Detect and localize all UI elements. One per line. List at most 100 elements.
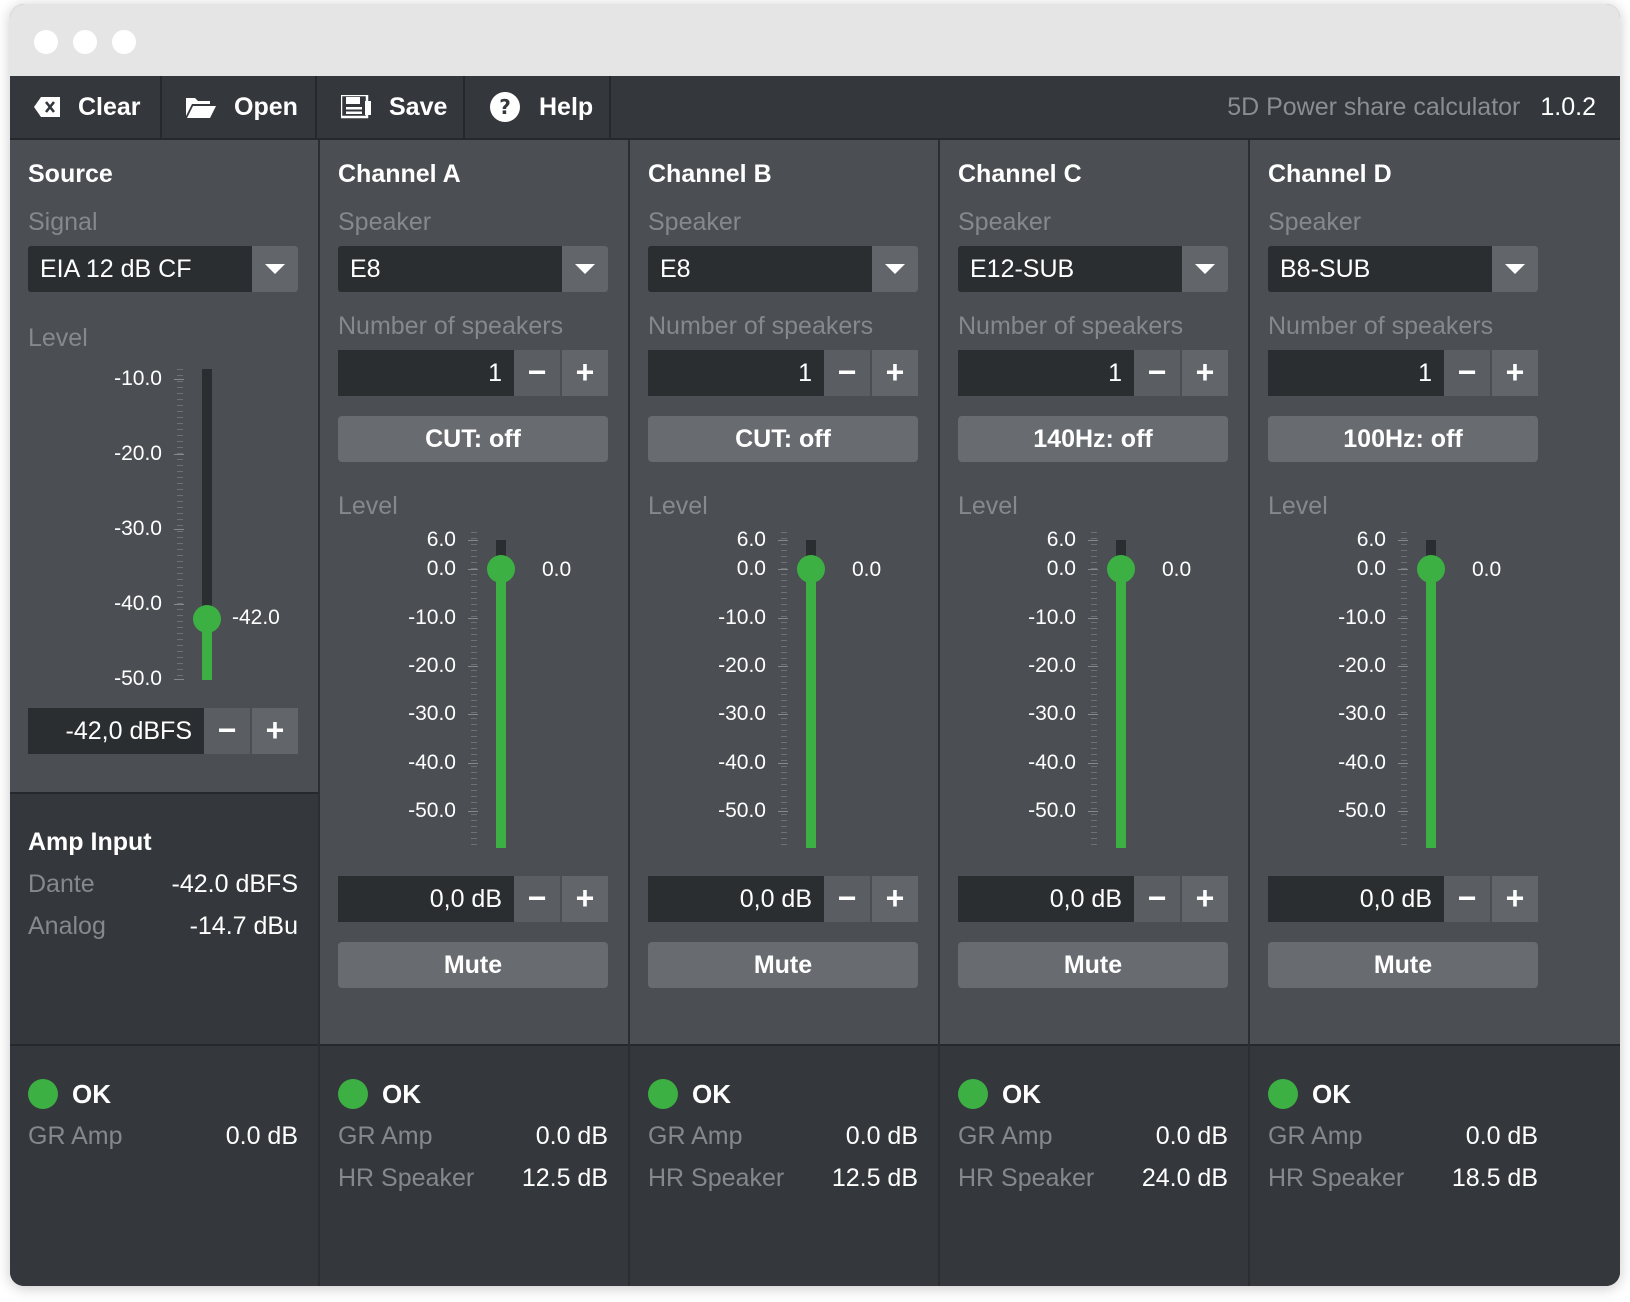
- increment-button[interactable]: +: [872, 876, 918, 922]
- filter-toggle-button[interactable]: 100Hz: off: [1268, 416, 1538, 462]
- fader-knob[interactable]: [1107, 555, 1135, 583]
- status-ok-indicator: [1268, 1079, 1298, 1109]
- decrement-button[interactable]: −: [1134, 350, 1180, 396]
- scale-tick-label: -20.0: [718, 654, 766, 677]
- decrement-button[interactable]: −: [514, 350, 560, 396]
- fader-knob[interactable]: [1417, 555, 1445, 583]
- scale-tick-label: -30.0: [408, 702, 456, 725]
- speaker-select[interactable]: E12-SUB: [958, 246, 1228, 292]
- decrement-button[interactable]: −: [204, 708, 250, 754]
- increment-button[interactable]: +: [872, 350, 918, 396]
- status-text: OK: [1002, 1079, 1041, 1109]
- scale-tick-label: -50.0: [114, 667, 162, 690]
- increment-button[interactable]: +: [1182, 350, 1228, 396]
- toolbar: Clear Open Save ? Help 5D Power share ca…: [10, 76, 1620, 140]
- scale-tick-label: -20.0: [1338, 654, 1386, 677]
- increment-button[interactable]: +: [252, 708, 298, 754]
- mute-button[interactable]: Mute: [338, 942, 608, 988]
- filter-toggle-button[interactable]: CUT: off: [338, 416, 608, 462]
- scale-tick: [174, 454, 184, 455]
- help-button[interactable]: ? Help: [465, 76, 611, 138]
- speaker-count-field[interactable]: 1: [958, 350, 1134, 396]
- channel-level-field[interactable]: 0,0 dB: [1268, 876, 1444, 922]
- channel-level-readout: 0.0: [542, 558, 572, 581]
- close-window-button[interactable]: [34, 30, 58, 54]
- hr-speaker-value: 12.5 dB: [521, 1164, 608, 1192]
- hr-speaker-label: HR Speaker: [338, 1164, 475, 1192]
- speaker-count-field[interactable]: 1: [338, 350, 514, 396]
- signal-value: EIA 12 dB CF: [40, 255, 192, 283]
- signal-select[interactable]: EIA 12 dB CF: [28, 246, 298, 292]
- gr-amp-label: GR Amp: [648, 1122, 743, 1150]
- scale-tick-label: -50.0: [1338, 799, 1386, 822]
- speaker-count-stepper: 1 − +: [338, 350, 608, 396]
- gr-amp-value: 0.0 dB: [845, 1122, 918, 1150]
- mute-button[interactable]: Mute: [958, 942, 1228, 988]
- clear-button[interactable]: Clear: [10, 76, 162, 138]
- scale-tick-label: -20.0: [114, 442, 162, 465]
- channel-level-readout: 0.0: [852, 558, 882, 581]
- source-level-field[interactable]: -42,0 dBFS: [28, 708, 204, 754]
- channel-panel: Channel B Speaker E8 Number of speakers …: [628, 140, 938, 1286]
- speaker-count-field[interactable]: 1: [648, 350, 824, 396]
- app-version: 1.0.2: [1540, 92, 1596, 121]
- channel-level-field[interactable]: 0,0 dB: [958, 876, 1134, 922]
- speaker-value: E12-SUB: [970, 255, 1075, 283]
- scale-tick-label: -10.0: [1338, 606, 1386, 629]
- scale-tick-label: 0.0: [736, 557, 766, 580]
- filter-toggle-button[interactable]: 140Hz: off: [958, 416, 1228, 462]
- zoom-window-button[interactable]: [112, 30, 136, 54]
- speaker-select[interactable]: E8: [338, 246, 608, 292]
- chevron-down-icon[interactable]: [1182, 246, 1228, 292]
- status-text: OK: [382, 1079, 421, 1109]
- channel-title: Channel D: [1268, 160, 1392, 188]
- scale-tick-label: 0.0: [426, 557, 456, 580]
- chevron-down-icon[interactable]: [872, 246, 918, 292]
- decrement-button[interactable]: −: [1444, 350, 1490, 396]
- minimize-window-button[interactable]: [73, 30, 97, 54]
- analog-label: Analog: [28, 912, 106, 940]
- speaker-value: E8: [660, 255, 691, 283]
- filter-toggle-button[interactable]: CUT: off: [648, 416, 918, 462]
- increment-button[interactable]: +: [1182, 876, 1228, 922]
- decrement-button[interactable]: −: [514, 876, 560, 922]
- open-button[interactable]: Open: [162, 76, 317, 138]
- increment-button[interactable]: +: [1492, 876, 1538, 922]
- speaker-count-field[interactable]: 1: [1268, 350, 1444, 396]
- channel-level-stepper: 0,0 dB − +: [1268, 876, 1538, 922]
- increment-button[interactable]: +: [562, 876, 608, 922]
- source-status-panel: OK GR Amp 0.0 dB: [10, 1044, 320, 1286]
- increment-button[interactable]: +: [562, 350, 608, 396]
- channel-level-stepper: 0,0 dB − +: [648, 876, 918, 922]
- chevron-down-icon[interactable]: [562, 246, 608, 292]
- speaker-select[interactable]: E8: [648, 246, 918, 292]
- gr-amp-label: GR Amp: [958, 1122, 1053, 1150]
- mute-button[interactable]: Mute: [648, 942, 918, 988]
- fader-knob[interactable]: [487, 555, 515, 583]
- speaker-value: E8: [350, 255, 381, 283]
- chevron-down-icon[interactable]: [1492, 246, 1538, 292]
- increment-button[interactable]: +: [1492, 350, 1538, 396]
- channel-level-label: Level: [958, 492, 1018, 520]
- scale-ruler: [471, 532, 477, 848]
- scale-tick-label: -50.0: [1028, 799, 1076, 822]
- decrement-button[interactable]: −: [824, 876, 870, 922]
- decrement-button[interactable]: −: [1134, 876, 1180, 922]
- save-button[interactable]: Save: [317, 76, 465, 138]
- speaker-select[interactable]: B8-SUB: [1268, 246, 1538, 292]
- fader-knob[interactable]: [797, 555, 825, 583]
- decrement-button[interactable]: −: [1444, 876, 1490, 922]
- fader-knob[interactable]: [193, 605, 221, 633]
- chevron-down-icon[interactable]: [252, 246, 298, 292]
- speaker-count-label: Number of speakers: [648, 312, 874, 340]
- gr-amp-value: 0.0 dB: [1155, 1122, 1228, 1150]
- channel-level-field[interactable]: 0,0 dB: [648, 876, 824, 922]
- gr-amp-label: GR Amp: [28, 1122, 123, 1150]
- folder-open-icon: [186, 96, 216, 118]
- decrement-button[interactable]: −: [824, 350, 870, 396]
- scale-tick-label: 6.0: [1356, 528, 1386, 551]
- channel-level-field[interactable]: 0,0 dB: [338, 876, 514, 922]
- scale-tick-label: -30.0: [114, 517, 162, 540]
- mute-button[interactable]: Mute: [1268, 942, 1538, 988]
- scale-tick: [174, 604, 184, 605]
